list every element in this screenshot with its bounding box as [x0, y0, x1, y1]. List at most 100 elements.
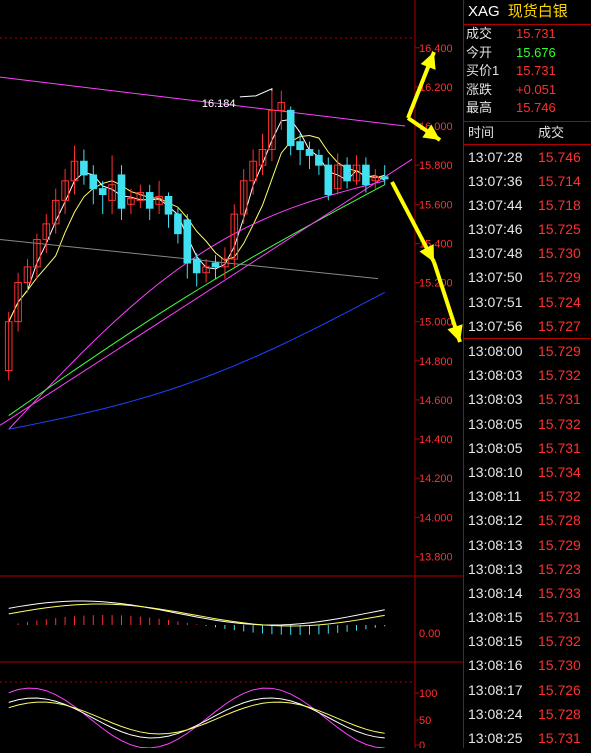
high-marker-line [239, 88, 273, 98]
ticks-header-deal: 成交 [538, 124, 565, 140]
quote-value: 15.731 [516, 63, 556, 78]
tick-price: 15.714 [538, 172, 581, 189]
ma-line [8, 291, 385, 430]
candle-body [362, 164, 370, 186]
tick-row: 13:08:05 15.732 [464, 412, 591, 436]
tick-price: 15.723 [538, 560, 581, 577]
quote-row: 今开 15.676 [464, 44, 591, 63]
tick-price: 15.726 [538, 681, 581, 698]
tick-price: 15.718 [538, 196, 581, 213]
tick-row: 13:08:16 15.730 [464, 653, 591, 677]
quote-label: 最高 [466, 100, 493, 115]
tick-time: 13:08:03 [468, 367, 523, 384]
candle-body [183, 219, 192, 264]
tick-price: 15.731 [538, 391, 581, 408]
price-axis-label: 13.800 [419, 551, 453, 563]
quote-value: 15.731 [516, 26, 556, 41]
tick-time: 13:08:03 [468, 391, 523, 408]
candle-body [98, 188, 107, 196]
price-axis-label: 14.200 [419, 473, 453, 485]
quote-row: 成交 15.731 [464, 25, 591, 44]
tick-time: 13:08:10 [468, 463, 523, 480]
high-annotation: 16.184 [202, 98, 236, 110]
tick-time: 13:07:46 [468, 221, 523, 238]
price-axis-label: 14.800 [419, 356, 453, 368]
candle-body [305, 149, 314, 156]
tick-time: 13:08:05 [468, 415, 523, 432]
tick-time: 13:08:16 [468, 657, 523, 674]
tick-price: 15.732 [538, 415, 581, 432]
tick-time: 13:08:24 [468, 705, 523, 722]
tick-time: 13:07:56 [468, 317, 523, 334]
symbol-header: XAG 现货白银 [464, 0, 591, 25]
tick-time: 13:07:50 [468, 269, 523, 286]
price-axis-label: 15.800 [419, 160, 453, 172]
tick-row: 13:08:15 15.731 [464, 605, 591, 629]
price-axis-label: 14.600 [419, 395, 453, 407]
symbol-code: XAG [468, 3, 500, 20]
kline-svg[interactable]: 16.40016.20016.00015.80015.60015.40015.2… [0, 0, 582, 752]
tick-row: 13:08:25 15.731 [464, 726, 591, 750]
candle-body [192, 258, 201, 274]
tick-row: 13:07:28 15.746 [464, 145, 591, 169]
price-axis-label: 15.200 [419, 278, 453, 290]
tick-row: 13:07:51 15.724 [464, 290, 591, 314]
tick-price: 15.730 [538, 657, 581, 674]
tick-price: 15.731 [538, 730, 581, 746]
tick-price: 15.732 [538, 367, 581, 384]
tick-time: 13:08:14 [468, 584, 523, 601]
quote-label: 买价1 [466, 63, 500, 78]
candle-body [315, 154, 323, 166]
quote-list: 成交 15.731 今开 15.676 买价1 15.731 涨跌 +0.051 最高 15.74… [464, 25, 591, 118]
tick-time: 13:07:36 [468, 172, 523, 189]
tick-time: 13:08:00 [468, 343, 523, 359]
tick-row: 13:08:12 15.728 [464, 508, 591, 532]
tick-time: 13:07:44 [468, 196, 523, 213]
candle-body [89, 174, 98, 190]
tick-row: 13:08:03 15.732 [464, 363, 591, 387]
tick-price: 15.728 [538, 512, 581, 529]
tick-time: 13:07:48 [468, 245, 523, 262]
ticks-list[interactable]: 13:07:28 15.746 13:07:36 15.714 13:07:44 15.7… [464, 145, 591, 751]
ma-line [8, 180, 385, 430]
tick-row: 13:08:15 15.732 [464, 629, 591, 653]
tick-row: 13:07:44 15.718 [464, 193, 591, 217]
tick-time: 13:08:13 [468, 536, 523, 553]
tick-row: 13:08:05 15.731 [464, 436, 591, 460]
tick-price: 15.731 [538, 439, 581, 456]
tick-row: 13:07:48 15.730 [464, 241, 591, 265]
tick-price: 15.724 [538, 293, 581, 310]
ma-line [8, 118, 385, 322]
tick-time: 13:08:12 [468, 512, 523, 529]
tick-time: 13:08:25 [468, 730, 523, 746]
tick-row: 13:08:13 15.729 [464, 533, 591, 557]
kdj-axis-label: 0 [419, 740, 425, 748]
candle-body [164, 195, 173, 215]
tick-price: 15.729 [538, 343, 581, 359]
tick-time: 13:08:05 [468, 439, 523, 456]
tick-price: 15.731 [538, 609, 581, 626]
tick-price: 15.732 [538, 488, 581, 505]
kdj-axis-label: 50 [419, 715, 431, 727]
quote-value: 15.676 [516, 44, 556, 60]
price-axis-label: 14.400 [419, 434, 453, 446]
candle-body [296, 141, 304, 151]
tick-row: 13:08:00 15.729 [464, 338, 591, 363]
ma-line [8, 184, 385, 416]
tick-price: 15.728 [538, 705, 581, 722]
price-axis-label: 15.000 [419, 317, 453, 329]
quote-label: 成交 [466, 26, 493, 41]
kline-chart[interactable]: 16.400 16.200 16.000 15.800 15.600 15.400 15.2… [0, 0, 582, 752]
candle-body [117, 174, 126, 209]
candle-body [211, 262, 220, 268]
tick-price: 15.727 [538, 317, 581, 334]
quote-label: 涨跌 [466, 81, 493, 97]
tick-price: 15.729 [538, 536, 581, 553]
tick-price: 15.733 [538, 584, 581, 601]
candle-body [324, 164, 333, 196]
candle-body [343, 164, 351, 182]
tick-row: 13:08:14 15.733 [464, 581, 591, 605]
price-axis-label: 15.600 [419, 199, 453, 211]
kdj-axis-label: 100 [419, 688, 437, 700]
tick-time: 13:08:11 [468, 488, 522, 505]
